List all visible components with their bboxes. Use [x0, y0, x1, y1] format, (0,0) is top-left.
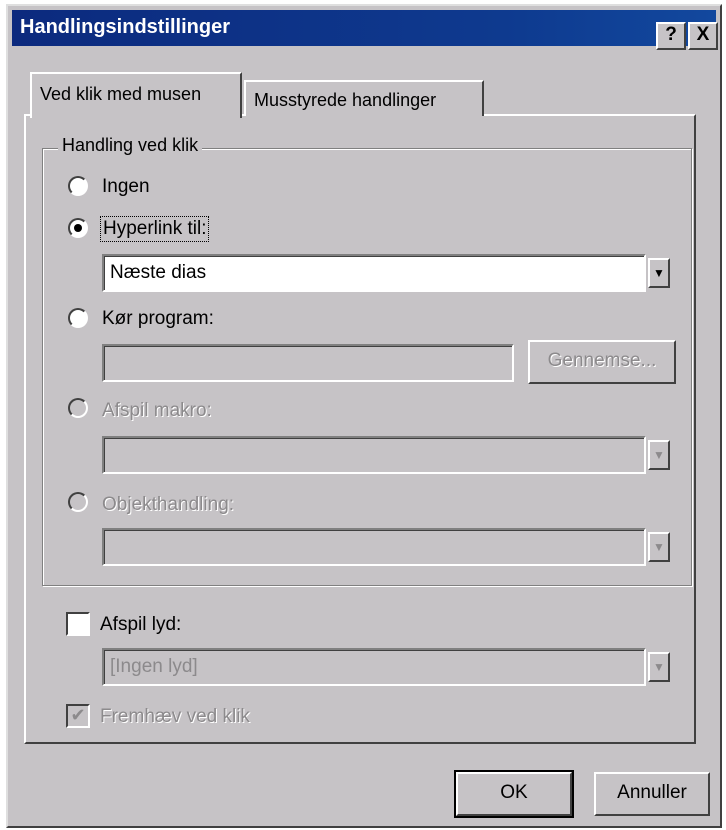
window-title: Handlingsindstillinger [20, 16, 231, 38]
chevron-down-icon: ▼ [653, 448, 665, 462]
tab-mouse-click[interactable]: Ved klik med musen [30, 72, 242, 118]
radio-hyperlink-label: Hyperlink til: [100, 216, 210, 242]
chevron-down-icon: ▼ [653, 540, 665, 554]
object-action-dropdown-button[interactable]: ▼ [648, 532, 670, 562]
tab-label: Ved klik med musen [40, 84, 202, 104]
highlight-checkbox[interactable]: ✔ [66, 704, 90, 728]
chevron-down-icon: ▼ [653, 266, 665, 280]
highlight-label: Fremhæv ved klik [100, 706, 250, 727]
radio-run-program[interactable] [68, 308, 88, 328]
radio-object-action[interactable] [68, 492, 88, 512]
radio-none[interactable] [68, 176, 88, 196]
sound-dropdown-button[interactable]: ▼ [648, 652, 670, 682]
cancel-button[interactable]: Annuller [594, 772, 710, 816]
program-path-field[interactable] [102, 344, 514, 382]
hyperlink-value: Næste dias [110, 262, 207, 283]
tab-label: Musstyrede handlinger [254, 90, 437, 110]
help-icon: ? [665, 24, 677, 45]
browse-label: Gennemse... [547, 350, 657, 371]
ok-label: OK [500, 782, 528, 803]
macro-dropdown-button[interactable]: ▼ [648, 440, 670, 470]
ok-button[interactable]: OK [454, 770, 574, 818]
hyperlink-dropdown-button[interactable]: ▼ [648, 258, 670, 288]
group-legend: Handling ved klik [58, 135, 203, 156]
radio-run-macro[interactable] [68, 398, 88, 418]
close-icon: X [696, 24, 710, 45]
sound-select[interactable]: [Ingen lyd] [102, 648, 646, 686]
radio-run-program-label: Kør program: [102, 308, 214, 329]
macro-select[interactable] [102, 436, 646, 474]
radio-object-action-label: Objekthandling: [102, 494, 235, 515]
browse-button[interactable]: Gennemse... [528, 340, 676, 384]
radio-hyperlink[interactable] [68, 218, 88, 238]
help-button[interactable]: ? [656, 22, 686, 50]
radio-selected-dot [74, 224, 82, 232]
object-action-select[interactable] [102, 528, 646, 566]
chevron-down-icon: ▼ [653, 660, 665, 674]
hyperlink-select[interactable]: Næste dias [102, 254, 646, 292]
close-button[interactable]: X [688, 22, 718, 50]
cancel-label: Annuller [617, 782, 687, 803]
radio-none-label: Ingen [102, 176, 150, 197]
checkmark-icon: ✔ [70, 705, 86, 725]
title-bar: Handlingsindstillinger [12, 10, 716, 46]
play-sound-label: Afspil lyd: [100, 614, 182, 635]
radio-run-macro-label: Afspil makro: [102, 400, 212, 421]
play-sound-checkbox[interactable] [66, 612, 90, 636]
sound-value: [Ingen lyd] [110, 656, 198, 677]
tab-mouse-over[interactable]: Musstyrede handlinger [244, 80, 484, 116]
